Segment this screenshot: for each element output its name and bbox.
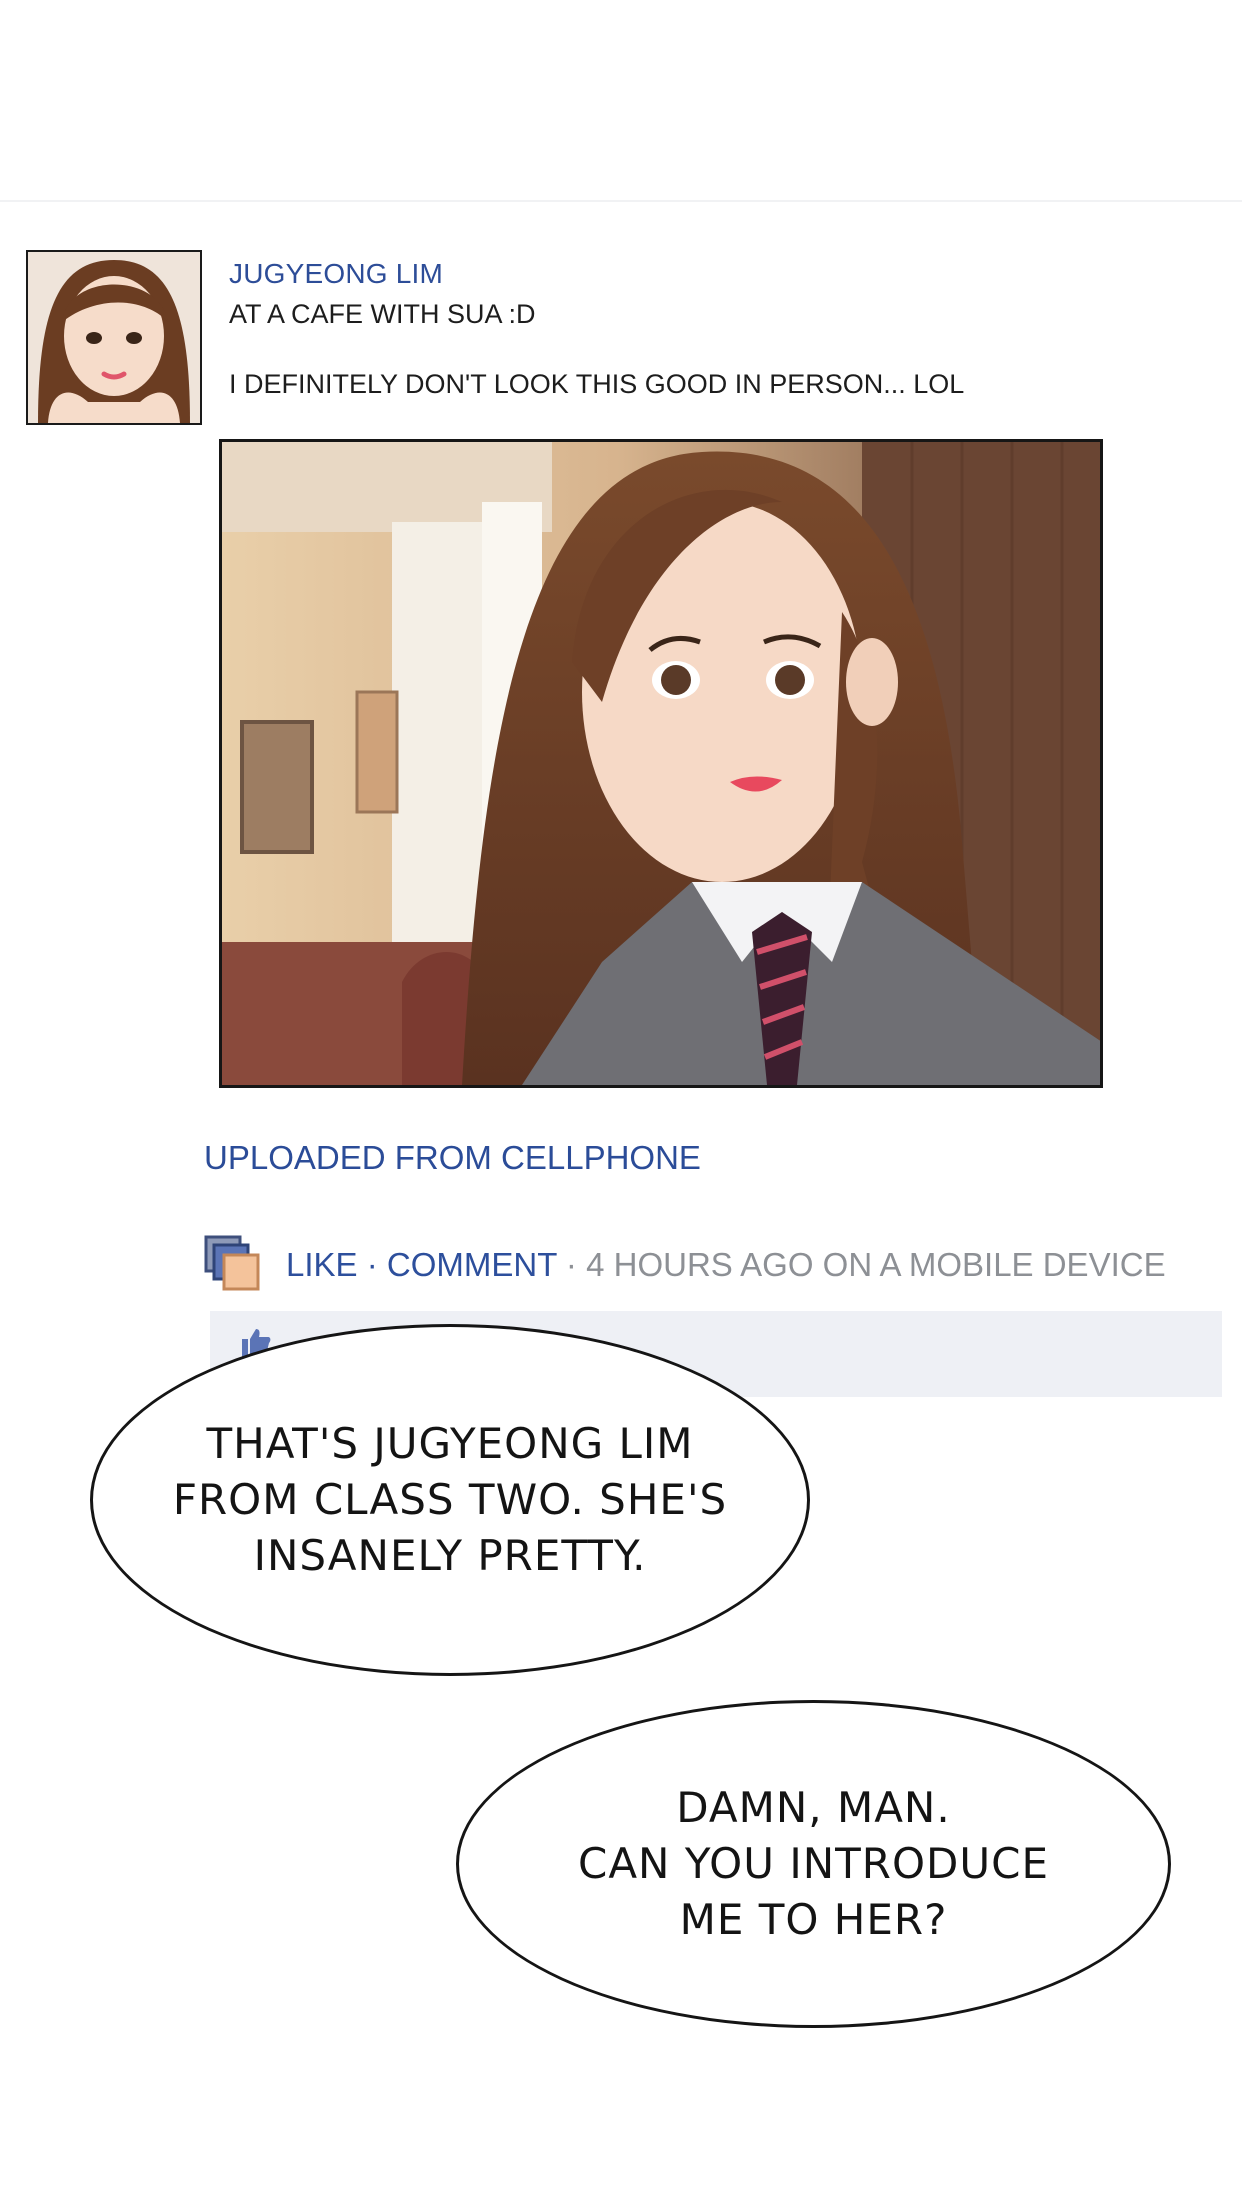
post-actions: LIKE · COMMENT · 4 HOURS AGO ON A MOBILE… [286, 1246, 1166, 1284]
author-name-link[interactable]: JUGYEONG LIM [229, 258, 443, 290]
speech-bubble-text-1: THAT'S JUGYEONG LIM FROM CLASS TWO. SHE'… [172, 1419, 728, 1580]
action-separator: · [357, 1246, 387, 1283]
speech-bubble-1: THAT'S JUGYEONG LIM FROM CLASS TWO. SHE'… [90, 1324, 810, 1676]
upload-source-link[interactable]: UPLOADED FROM CELLPHONE [204, 1139, 701, 1177]
post-timestamp: · 4 HOURS AGO ON A MOBILE DEVICE [556, 1246, 1166, 1283]
author-avatar[interactable] [26, 250, 202, 425]
like-link[interactable]: LIKE [286, 1246, 358, 1283]
photos-icon [204, 1235, 262, 1293]
status-text-line-1: AT A CAFE WITH SUA :D [229, 299, 536, 329]
status-text-line-2: I DEFINITELY DON'T LOOK THIS GOOD IN PER… [229, 369, 965, 399]
speech-bubble-text-2: DAMN, MAN. CAN YOU INTRODUCE ME TO HER? [578, 1783, 1049, 1944]
speech-bubble-2: DAMN, MAN. CAN YOU INTRODUCE ME TO HER? [456, 1700, 1171, 2028]
comment-link[interactable]: COMMENT [387, 1246, 557, 1283]
post-photo[interactable] [219, 439, 1103, 1088]
